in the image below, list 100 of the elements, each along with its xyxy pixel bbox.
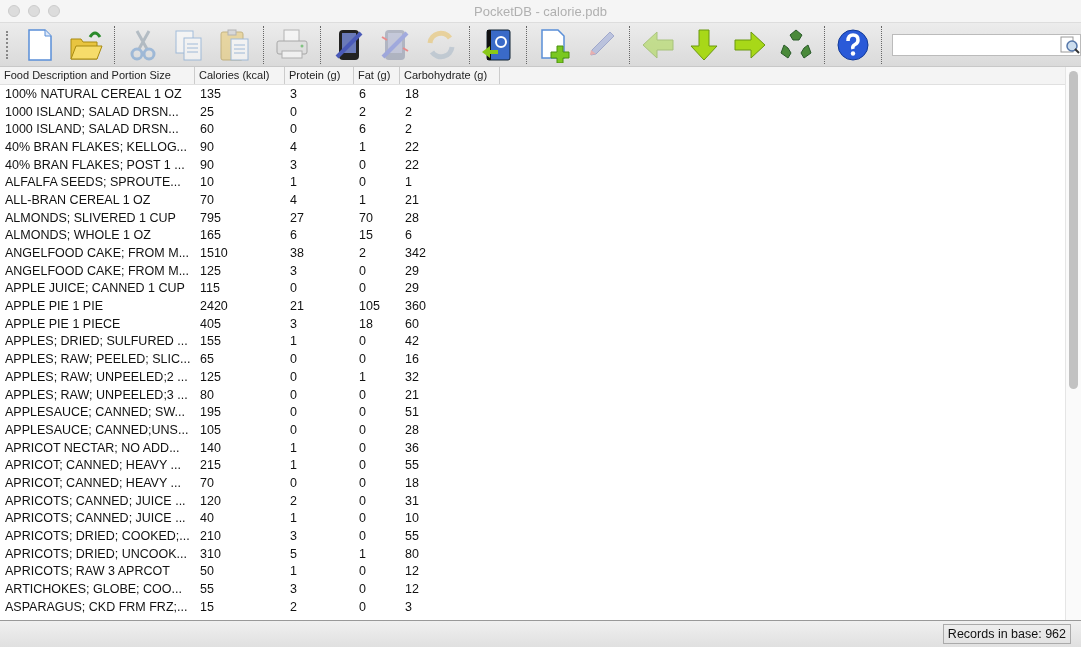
table-cell-text: 70 [358,210,374,225]
column-header[interactable]: Protein (g) [285,67,354,84]
table-cell-text: 0 [358,387,367,402]
table-cell-text: 135 [199,86,222,101]
table-cell-text: 1 [358,546,367,561]
table-cell-text: APRICOT; CANNED; HEAVY ... [4,458,182,473]
table-cell-text: 2 [404,122,413,137]
table-cell-text: 6 [289,228,298,243]
table-cell-text: 3 [289,263,298,278]
table-cell-text: 0 [358,175,367,190]
column-header[interactable]: Carbohydrate (g) [400,67,500,84]
scrollbar[interactable] [1065,67,1081,620]
table-cell-text: 1 [358,192,367,207]
table-cell-text: 10 [404,511,420,526]
table-cell-text: APRICOT NECTAR; NO ADD... [4,440,181,455]
table-cell-text: 360 [404,299,427,314]
table-cell-text: 80 [199,387,215,402]
window-title: PocketDB - calorie.pdb [474,3,607,19]
table-cell-text: 90 [199,139,215,154]
table-cell-text: 16 [404,352,420,367]
table-cell-text: 60 [404,316,420,331]
table-cell-text: APPLE JUICE; CANNED 1 CUP [4,281,186,296]
table-cell-text: 15 [358,228,374,243]
table-cell-text: 18 [358,316,374,331]
table-cell-text: 120 [199,493,222,508]
table-cell-text: ASPARAGUS; CKD FRM FRZ;... [4,599,189,614]
table-cell-text: 40 [199,511,215,526]
table-cell-text: 0 [358,582,367,597]
table-cell-text: APPLESAUCE; CANNED; SW... [4,405,186,420]
table-cell-text: 90 [199,157,215,172]
table-cell-text: 0 [289,369,298,384]
table-cell-text: 22 [404,139,420,154]
table-cell-text: 0 [358,529,367,544]
table-cell-text: 0 [358,157,367,172]
table-cell-text: 1 [289,511,298,526]
table-cell-text: 2 [289,599,298,614]
table-cell-text: ALMONDS; WHOLE 1 OZ [4,228,152,243]
table-cell-text: 1000 ISLAND; SALAD DRSN... [4,104,180,119]
help-icon[interactable] [834,26,871,63]
table-cell-text: 29 [404,281,420,296]
table-cell-text: 4 [289,139,298,154]
column-header[interactable]: Food Description and Portion Size [0,67,195,84]
table-cell-text: 18 [404,86,420,101]
table-cell-text: 1 [289,564,298,579]
table-cell-text: 55 [199,582,215,597]
table-cell-text: ANGELFOOD CAKE; FROM M... [4,263,191,278]
table-cell-text: APPLES; RAW; UNPEELED;3 ... [4,387,189,402]
table-cell-text: 80 [404,546,420,561]
table-cell-text: 18 [404,475,420,490]
close-button[interactable] [8,5,20,17]
table-cell-text: 65 [199,352,215,367]
table-cell-text: 2 [358,104,367,119]
table-cell-text: APRICOTS; DRIED; COOKED;... [4,529,191,544]
table-cell-text: 25 [199,104,215,119]
table-cell-text: 0 [358,422,367,437]
table-cell-text: 31 [404,493,420,508]
table-cell-text: 2 [289,493,298,508]
table-cell-text: 27 [289,210,305,225]
search-icon[interactable] [1060,35,1080,54]
table-cell-text: 55 [404,529,420,544]
table-cell-text: 105 [358,299,381,314]
table-cell-text: 0 [289,405,298,420]
table-cell-text: 2 [404,104,413,119]
table-cell-text: ALFALFA SEEDS; SPROUTE... [4,175,182,190]
table-cell-text: APPLES; DRIED; SULFURED ... [4,334,189,349]
table-cell-text: ALMONDS; SLIVERED 1 CUP [4,210,177,225]
table-cell-text: 55 [404,458,420,473]
column-header[interactable]: Fat (g) [354,67,400,84]
table-cell-text: 50 [199,564,215,579]
table-cell-text: 21 [289,299,305,314]
table-cell-text: 210 [199,529,222,544]
table-cell-text: 36 [404,440,420,455]
table-cell-text: 0 [358,599,367,614]
table-cell-text: 6 [404,228,413,243]
table-cell-text: 22 [404,157,420,172]
search-field[interactable] [891,33,1081,56]
table-cell-text: 28 [404,422,420,437]
table-cell-text: 60 [199,122,215,137]
table-cell-text: 3 [289,582,298,597]
table-cell-text: 42 [404,334,420,349]
table-cell-text: APRICOTS; CANNED; JUICE ... [4,511,187,526]
table-cell-text: 1 [289,334,298,349]
minimize-button[interactable] [28,5,40,17]
table-cell-text: 0 [289,422,298,437]
table-cell-text: 0 [358,475,367,490]
table-cell-text: 115 [199,281,221,296]
scrollbar-thumb[interactable] [1069,71,1078,389]
table-cell-text: 215 [199,458,222,473]
table-cell-text: 155 [199,334,222,349]
column-header[interactable]: Calories (kcal) [195,67,285,84]
table-cell-text: ANGELFOOD CAKE; FROM M... [4,246,191,261]
zoom-button[interactable] [48,5,60,17]
table-cell-text: 3 [289,86,298,101]
table-cell-text: 4 [289,192,298,207]
table-cell-text: 1 [289,175,298,190]
table-cell-text: APPLES; RAW; UNPEELED;2 ... [4,369,189,384]
table-cell-text: 21 [404,387,420,402]
table-cell-text: APPLESAUCE; CANNED;UNS... [4,422,190,437]
table-cell-text: APRICOTS; RAW 3 APRCOT [4,564,171,579]
table-cell-text: APRICOT; CANNED; HEAVY ... [4,475,182,490]
